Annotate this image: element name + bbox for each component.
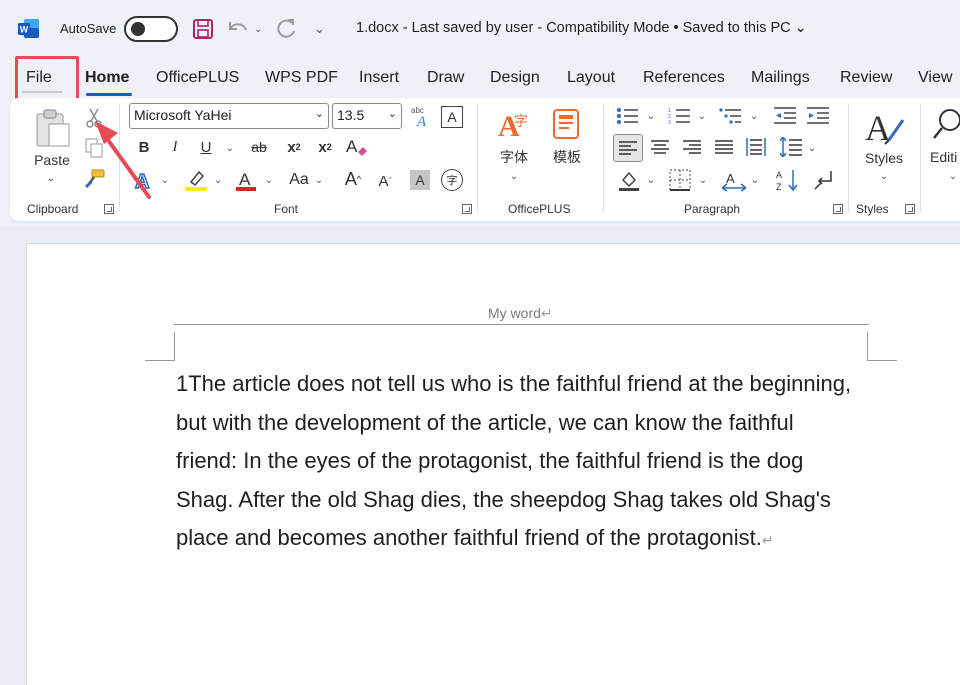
annotation-arrow-icon bbox=[95, 121, 151, 199]
